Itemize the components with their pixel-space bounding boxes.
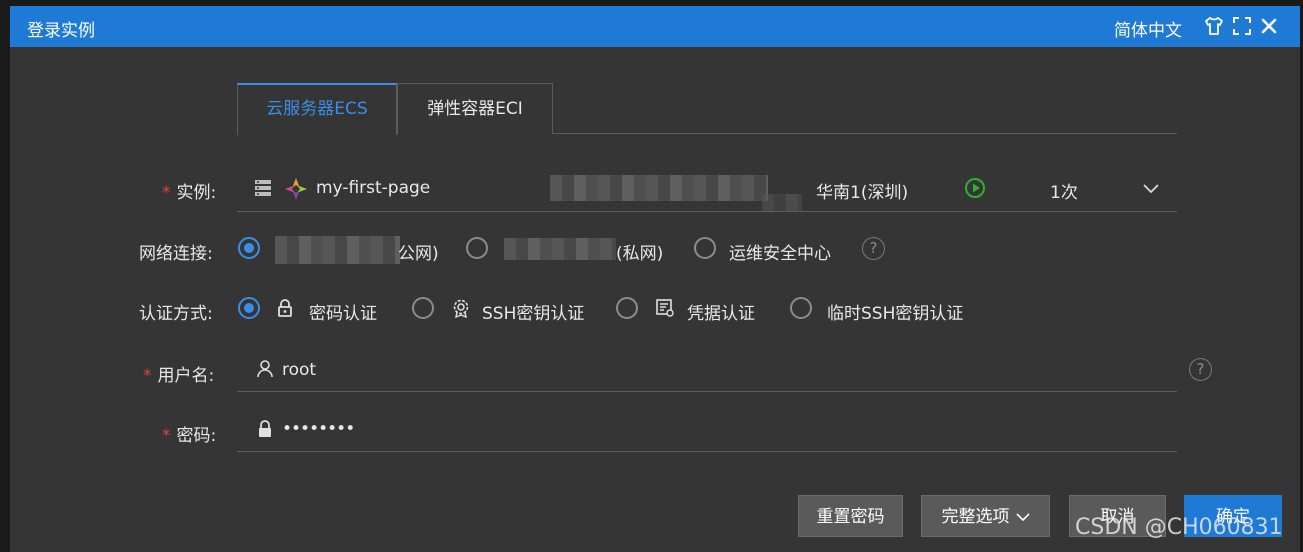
redacted-instance-id-tail bbox=[762, 194, 802, 212]
auth-password-label: 密码认证 bbox=[309, 304, 377, 324]
os-logo-icon bbox=[284, 177, 308, 201]
radio-auth-ssh[interactable] bbox=[412, 297, 434, 319]
title-bar: 登录实例 简体中文 bbox=[10, 6, 1300, 47]
username-label: * 用户名: bbox=[143, 366, 215, 386]
watermark: CSDN @CH060831 bbox=[1075, 515, 1283, 540]
radio-auth-temp-ssh[interactable] bbox=[790, 297, 812, 319]
auth-temp-ssh-label: 临时SSH密钥认证 bbox=[827, 304, 964, 324]
login-count: 1次 bbox=[1050, 183, 1078, 203]
server-icon bbox=[254, 178, 272, 198]
password-input[interactable]: •••••••• bbox=[282, 419, 355, 439]
auth-ssh-label: SSH密钥认证 bbox=[482, 304, 585, 324]
tab-bar: 云服务器ECS 弹性容器ECI bbox=[237, 83, 1177, 135]
required-mark: * bbox=[162, 183, 171, 203]
lock-icon bbox=[257, 419, 273, 439]
login-instance-dialog: 登录实例 简体中文 云服务器ECS 弹性容器ECI * 实例: my-first-… bbox=[10, 6, 1300, 552]
running-status-icon bbox=[964, 177, 986, 199]
badge-icon bbox=[451, 298, 471, 319]
required-mark: * bbox=[143, 366, 152, 386]
redacted-private-ip bbox=[504, 238, 616, 260]
redacted-instance-id bbox=[550, 175, 768, 201]
reset-password-button[interactable]: 重置密码 bbox=[798, 495, 903, 537]
username-input[interactable]: root bbox=[282, 360, 316, 380]
username-help-icon[interactable]: ? bbox=[1189, 358, 1212, 381]
chevron-down-icon[interactable] bbox=[1142, 180, 1160, 194]
tab-ecs[interactable]: 云服务器ECS bbox=[237, 83, 397, 135]
auth-credential-label: 凭据认证 bbox=[687, 304, 755, 324]
required-mark: * bbox=[162, 426, 171, 446]
tab-eci[interactable]: 弹性容器ECI bbox=[397, 83, 553, 134]
instance-name: my-first-page bbox=[316, 178, 431, 198]
instance-label: * 实例: bbox=[162, 183, 217, 203]
password-underline bbox=[237, 451, 1177, 452]
more-options-button[interactable]: 完整选项 bbox=[921, 495, 1050, 537]
language-selector[interactable]: 简体中文 bbox=[1114, 16, 1182, 41]
close-icon[interactable] bbox=[1258, 15, 1280, 37]
instance-select-underline[interactable] bbox=[237, 211, 1177, 212]
password-label: * 密码: bbox=[162, 426, 217, 446]
network-help-icon[interactable]: ? bbox=[862, 237, 885, 260]
radio-network-private[interactable] bbox=[466, 237, 488, 259]
network-bastion-label: 运维安全中心 bbox=[729, 244, 831, 264]
chevron-down-icon bbox=[1015, 513, 1030, 522]
user-icon bbox=[256, 359, 274, 379]
username-underline bbox=[237, 391, 1177, 392]
radio-network-public[interactable] bbox=[238, 237, 260, 259]
redacted-public-ip bbox=[275, 236, 400, 264]
dialog-title: 登录实例 bbox=[27, 21, 95, 41]
certificate-icon bbox=[655, 298, 675, 318]
network-label: 网络连接: bbox=[139, 244, 213, 264]
lock-icon bbox=[277, 298, 293, 318]
fullscreen-icon[interactable] bbox=[1231, 15, 1253, 37]
radio-auth-password[interactable] bbox=[238, 297, 260, 319]
skin-shirt-icon[interactable] bbox=[1203, 15, 1225, 37]
instance-region: 华南1(深圳) bbox=[816, 183, 909, 203]
network-public-label: 公网) bbox=[398, 244, 439, 264]
radio-auth-credential[interactable] bbox=[616, 297, 638, 319]
radio-network-bastion[interactable] bbox=[694, 237, 716, 259]
network-private-label: (私网) bbox=[616, 244, 664, 264]
auth-label: 认证方式: bbox=[139, 304, 213, 324]
